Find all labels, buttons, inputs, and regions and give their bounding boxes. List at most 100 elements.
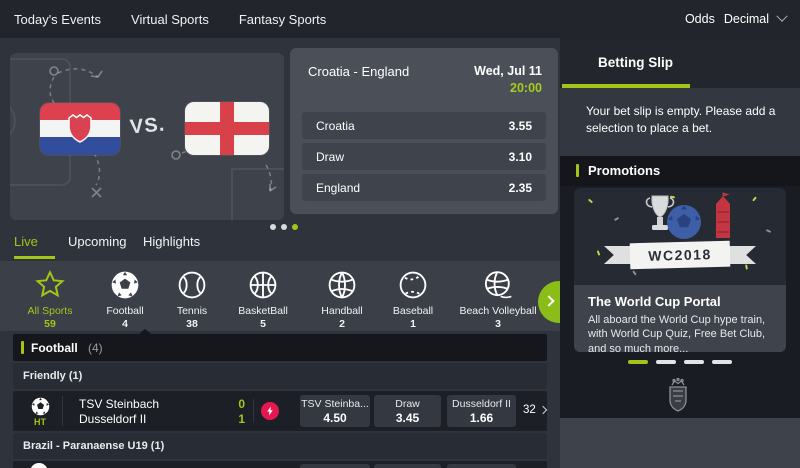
section-count: (4) <box>88 341 103 355</box>
market-label: Dusseldorf II <box>447 398 516 410</box>
promo-body: The World Cup Portal All aboard the Worl… <box>574 285 786 352</box>
croatia-shield-icon <box>65 112 95 146</box>
promotions-title: Promotions <box>588 163 660 178</box>
market-label: Draw <box>374 398 441 410</box>
carousel-dot-active[interactable] <box>292 224 298 230</box>
ribbon-wing <box>728 246 756 264</box>
selection-name: Draw <box>316 150 344 164</box>
selection-odds: 2.35 <box>509 181 532 195</box>
accent-bar <box>576 164 579 177</box>
main-content: VS. Croatia - England Wed, Jul 11 20:00 <box>0 38 560 468</box>
selection-name: England <box>316 181 360 195</box>
chevron-right-icon <box>539 406 547 414</box>
divider <box>62 396 63 426</box>
live-lightning-icon <box>261 402 279 420</box>
football-icon <box>109 269 141 301</box>
market-button-home[interactable]: TSV Steinba... 4.50 <box>300 395 370 427</box>
match-card-header: Croatia - England Wed, Jul 11 20:00 <box>308 64 542 95</box>
featured-match-card: Croatia - England Wed, Jul 11 20:00 Croa… <box>290 48 558 214</box>
section-header-football[interactable]: Football (4) <box>13 334 547 361</box>
group-header-friendly[interactable]: Friendly (1) <box>13 363 547 389</box>
promo-description: All aboard the World Cup hype train, wit… <box>588 313 772 352</box>
football-icon <box>30 463 48 468</box>
event-row[interactable]: HT TSV Steinbach Dusseldorf II 0 1 TSV S… <box>13 391 547 431</box>
selection-odds: 3.55 <box>509 119 532 133</box>
accent-bar <box>21 341 24 354</box>
market-button-away[interactable]: Dusseldorf II 1.66 <box>447 395 516 427</box>
nav-fantasy-sports[interactable]: Fantasy Sports <box>239 12 326 27</box>
football-icon <box>30 396 51 417</box>
home-score: 0 <box>227 397 245 411</box>
match-datetime: Wed, Jul 11 20:00 <box>474 64 542 95</box>
crest-logo-icon <box>663 377 693 415</box>
carousel-dot[interactable] <box>270 224 276 230</box>
market-odds: 4.50 <box>300 411 370 425</box>
market-button-draw[interactable]: Draw 3.45 <box>374 395 441 427</box>
chevron-right-icon <box>543 295 554 306</box>
featured-banner[interactable]: VS. <box>10 53 284 220</box>
match-odds-list: Croatia 3.55 Draw 3.10 England 2.35 <box>302 112 546 205</box>
sport-beach-volleyball[interactable]: Beach Volleyball 3 <box>446 267 550 330</box>
odds-selection-away[interactable]: England 2.35 <box>302 174 546 201</box>
odds-selection-draw[interactable]: Draw 3.10 <box>302 143 546 170</box>
tab-upcoming[interactable]: Upcoming <box>68 234 127 249</box>
ribbon-wing <box>604 246 632 264</box>
carousel-dash[interactable] <box>712 360 732 364</box>
market-button[interactable] <box>447 464 516 468</box>
sidebar: Betting Slip Your bet slip is empty. Ple… <box>560 38 800 468</box>
promo-ribbon-text: WC2018 <box>630 241 731 270</box>
group-title: Friendly (1) <box>23 370 82 382</box>
group-header-brazil[interactable]: Brazil - Paranaense U19 (1) <box>13 433 547 459</box>
croatia-flag <box>40 103 120 155</box>
app-root: Today's Events Virtual Sports Fantasy Sp… <box>0 0 800 468</box>
betting-slip-empty-panel: Your bet slip is empty. Please add a sel… <box>560 88 800 156</box>
group-title: Brazil - Paranaense U19 (1) <box>23 440 164 452</box>
promo-image: WC2018 <box>574 188 786 285</box>
match-date: Wed, Jul 11 <box>474 64 542 78</box>
nav-todays-events[interactable]: Today's Events <box>14 12 101 27</box>
selection-name: Croatia <box>316 119 355 133</box>
odds-selection-home[interactable]: Croatia 3.55 <box>302 112 546 139</box>
more-markets-count: 32 <box>523 404 536 416</box>
next-promo-panel <box>560 418 800 468</box>
sports-carousel: All Sports 59 Football 4 Tennis 38 <box>0 261 560 331</box>
match-time: 20:00 <box>474 81 542 95</box>
divider <box>253 399 254 423</box>
promo-heading: The World Cup Portal <box>588 294 772 309</box>
chevron-down-icon <box>776 11 787 22</box>
star-icon <box>34 269 66 301</box>
sport-name: Beach Volleyball <box>446 305 550 317</box>
promo-carousel-dots <box>628 360 732 364</box>
nav-left: Today's Events Virtual Sports Fantasy Sp… <box>14 0 326 38</box>
sport-count: 3 <box>446 318 550 330</box>
basketball-icon <box>247 269 279 301</box>
market-button[interactable] <box>300 464 370 468</box>
nav-virtual-sports[interactable]: Virtual Sports <box>131 12 209 27</box>
banner-carousel-dots <box>270 224 298 230</box>
handball-icon <box>326 269 358 301</box>
carousel-dot[interactable] <box>281 224 287 230</box>
betting-slip-tab[interactable]: Betting Slip <box>560 38 800 88</box>
baseball-icon <box>397 269 429 301</box>
market-label: TSV Steinba... <box>300 398 370 410</box>
vs-text: VS. <box>129 114 166 140</box>
market-button[interactable] <box>374 464 441 468</box>
tab-live[interactable]: Live <box>14 234 38 249</box>
more-markets-link[interactable]: 32 <box>523 404 546 416</box>
top-nav: Today's Events Virtual Sports Fantasy Sp… <box>0 0 800 38</box>
event-row-partial[interactable] <box>13 461 547 468</box>
tennis-icon <box>176 269 208 301</box>
beach-volleyball-icon <box>482 269 514 301</box>
market-odds: 1.66 <box>447 411 516 425</box>
carousel-dash[interactable] <box>684 360 704 364</box>
odds-format-select[interactable]: Odds Decimal <box>685 0 786 38</box>
world-cup-graphic-icon <box>622 192 742 248</box>
match-title: Croatia - England <box>308 64 409 95</box>
carousel-dash-active[interactable] <box>628 360 648 364</box>
promotions-header: Promotions <box>560 156 800 186</box>
carousel-dash[interactable] <box>656 360 676 364</box>
england-flag <box>185 102 269 155</box>
promo-card-world-cup[interactable]: WC2018 The World Cup Portal All aboard t… <box>574 188 786 352</box>
away-team: Dusseldorf II <box>79 412 146 426</box>
tab-highlights[interactable]: Highlights <box>143 234 200 249</box>
